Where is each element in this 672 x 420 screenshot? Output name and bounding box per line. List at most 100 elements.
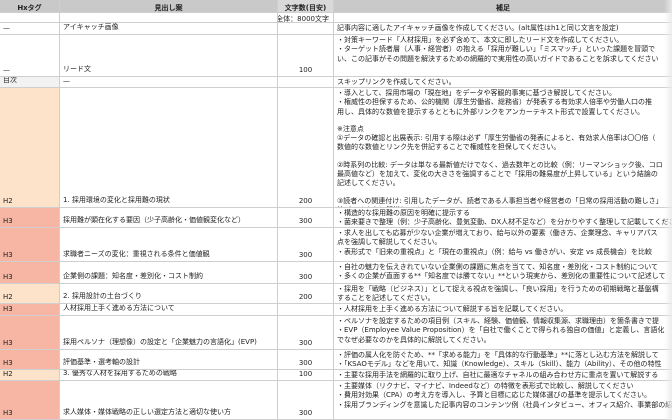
heading-cell[interactable]: 採用難が顕在化する要因（少子高齢化・価値観変化など） bbox=[60, 208, 278, 227]
notes-cell[interactable]: ・自社の魅力を伝えきれていない企業側の課題に焦点を当てて、知名度・差別化・コスト… bbox=[334, 262, 672, 283]
heading-cell[interactable]: 評価基準・選考軸の設計 bbox=[60, 350, 278, 369]
table-row: — リード文 100 ・対策キーワード「人材採用」を必ず含めて、本文に即したリード文を… bbox=[0, 35, 672, 77]
tag-cell[interactable]: — bbox=[0, 35, 60, 76]
tag-text: H3 bbox=[3, 359, 13, 367]
notes-lines: ・ペルソナを設定するための項目例（スキル、経験、価値観、情報収集源、求職理由）を… bbox=[337, 317, 672, 345]
tag-cell[interactable]: H3 bbox=[0, 304, 60, 315]
note-line: い、この記事がその問題を解決するための網羅的で実用性の高いガイドであることを訴求… bbox=[337, 54, 659, 63]
cell[interactable] bbox=[60, 13, 278, 22]
tag-cell[interactable]: H2 bbox=[0, 370, 60, 380]
chars-cell[interactable]: 300 bbox=[278, 208, 334, 227]
chars-text: 200 bbox=[298, 197, 313, 205]
tag-cell[interactable]: H3 bbox=[0, 208, 60, 227]
header-label: 補足 bbox=[496, 4, 510, 12]
heading-cell[interactable]: 3. 優秀な人材を採用するための戦略 bbox=[60, 370, 278, 380]
note-line: ・ターゲット読者層（人事・経営者）の抱える「採用が難しい」「ミスマッチ」といった… bbox=[337, 45, 656, 54]
chars-text: 300 bbox=[298, 409, 313, 417]
tag-text: H3 bbox=[3, 217, 13, 225]
chars-cell[interactable]: 300 bbox=[278, 316, 334, 349]
chars-cell[interactable] bbox=[278, 77, 334, 87]
notes-cell[interactable]: スキップリンクを作成してください。 bbox=[334, 77, 672, 87]
table-row: H3 企業側の課題：知名度・差別化・コスト制約 300 ・自社の魅力を伝えきれていない… bbox=[0, 262, 672, 284]
total-chars: 全体：8000文字 bbox=[278, 15, 329, 22]
chars-cell[interactable]: 300 bbox=[278, 381, 334, 419]
tag-cell[interactable]: H3 bbox=[0, 381, 60, 419]
notes-lines: ・主要媒体（リクナビ、マイナビ、Indeedなど）の特徴を表形式で比較し、解説し… bbox=[337, 382, 672, 410]
notes-cell[interactable]: ・採用を「戦略（ビジネス）」として捉える視点を強調し、「良い採用」を行うための初… bbox=[334, 284, 672, 303]
heading-cell[interactable]: 採用ペルソナ（理想像）の設定と「企業魅力の言語化」(EVP) bbox=[60, 316, 278, 349]
header-cell-tag[interactable]: Hxタグ bbox=[0, 0, 60, 12]
heading-cell[interactable]: — bbox=[60, 77, 278, 87]
tag-text: H2 bbox=[3, 370, 13, 378]
note-line: 数値的な数値とリンク先を併記することで権威性を担保してください。 bbox=[337, 143, 561, 152]
note-line: ・ペルソナを設定するための項目例（スキル、経験、価値観、情報収集源、求職理由）を… bbox=[337, 317, 659, 325]
tag-cell[interactable]: H3 bbox=[0, 262, 60, 283]
heading-text: 求人媒体・媒体戦略の正しい選定方法と適切な使い方 bbox=[63, 408, 231, 416]
heading-cell[interactable]: 1. 採用環境の変化と採用難の現状 bbox=[60, 88, 278, 207]
chars-cell[interactable]: 200 bbox=[278, 284, 334, 303]
table-row: H3 人材採用上手く進める方法について ・人材採用を上手く進める方法について解説する… bbox=[0, 304, 672, 316]
chars-cell[interactable]: 100 bbox=[278, 370, 334, 380]
heading-text: — bbox=[63, 77, 70, 85]
chars-text: 300 bbox=[298, 273, 313, 281]
note-line: ・多くの企業が直面する**「知名度では勝てない」**という現実から、差別化の重要… bbox=[337, 272, 666, 281]
tag-cell[interactable]: H3 bbox=[0, 350, 60, 369]
header-cell-notes[interactable]: 補足 bbox=[334, 0, 672, 12]
note-line: ・主要媒体（リクナビ、マイナビ、Indeedなど）の特徴を表形式で比較し、解説し… bbox=[337, 382, 634, 390]
notes-cell[interactable]: ・主要な採用手法を網羅的に取り上げ、自社に最適なチャネルの組み合わせ方に重点を置… bbox=[334, 370, 672, 380]
tag-text: H3 bbox=[3, 273, 13, 281]
heading-cell[interactable]: 求人媒体・媒体戦略の正しい選定方法と適切な使い方 bbox=[60, 381, 278, 419]
chars-text: 100 bbox=[298, 370, 313, 378]
heading-cell[interactable]: 2. 採用設計の土台づくり bbox=[60, 284, 278, 303]
heading-cell[interactable]: 企業側の課題：知名度・差別化・コスト制約 bbox=[60, 262, 278, 283]
note-line: ・「KSAOモデル」などを用いて、知識（Knowledge）、スキル（Skill… bbox=[337, 360, 662, 369]
tag-cell[interactable]: — bbox=[0, 23, 60, 34]
notes-cell[interactable]: ・評価の属人化を防ぐため、**「求める能力」を「具体的な行動基準」**に落とし込… bbox=[334, 350, 672, 369]
header-cell-chars[interactable]: 文字数(目安) bbox=[278, 0, 334, 12]
tag-text: — bbox=[3, 24, 10, 32]
header-cell-heading[interactable]: 見出し案 bbox=[60, 0, 278, 12]
header-row: Hxタグ 見出し案 文字数(目安) 補足 bbox=[0, 0, 672, 13]
chars-cell[interactable] bbox=[278, 23, 334, 34]
tag-cell[interactable]: H3 bbox=[0, 228, 60, 261]
chars-text: 300 bbox=[298, 251, 313, 259]
chars-cell[interactable]: 200 bbox=[278, 88, 334, 207]
note-line bbox=[337, 153, 672, 161]
chars-cell[interactable]: 300 bbox=[278, 350, 334, 369]
header-label: Hxタグ bbox=[17, 4, 42, 12]
chars-cell[interactable]: 300 bbox=[278, 262, 334, 283]
notes-cell[interactable]: ・人材採用を上手く進める方法について解説する旨を記載してください。 bbox=[334, 304, 672, 315]
heading-cell[interactable]: 人材採用上手く進める方法について bbox=[60, 304, 278, 315]
notes-lines: ・採用を「戦略（ビジネス）」として捉える視点を強調し、「良い採用」を行うための初… bbox=[337, 285, 672, 303]
heading-text: 企業側の課題：知名度・差別化・コスト制約 bbox=[63, 272, 203, 280]
note-line: ・費用対効果（CPA）の考え方を導入し、予算と目標に応じた媒体選びの基準を提示し… bbox=[337, 391, 652, 400]
tag-text: 目次 bbox=[3, 77, 17, 84]
chars-cell[interactable]: 300 bbox=[278, 228, 334, 261]
notes-cell[interactable]: ・求人を出しても応募が少ない企業が増えており、給与以外の要素（働き方、企業理念、… bbox=[334, 228, 672, 261]
notes-cell[interactable]: ・導入として、採用市場の「現在地」をデータや客観的事実に基づき解説してください。… bbox=[334, 88, 672, 207]
notes-cell[interactable]: ・構造的な採用難の原因を明確に提示する ・菌来要きで整理（例：少子高齢化、豊気変動… bbox=[334, 208, 672, 227]
notes-cell[interactable]: ・主要媒体（リクナビ、マイナビ、Indeedなど）の特徴を表形式で比較し、解説し… bbox=[334, 381, 672, 419]
notes-cell[interactable]: ・ペルソナを設定するための項目例（スキル、経験、価値観、情報収集源、求職理由）を… bbox=[334, 316, 672, 349]
notes-lines: ・人材採用を上手く進める方法について解説する旨を記載してください。 bbox=[337, 305, 672, 314]
notes-cell[interactable]: 記事内容に適したアイキャッチ画像を作成してください。(alt属性はh1と同じ文言… bbox=[334, 23, 672, 34]
heading-text: 評価基準・選考軸の設計 bbox=[63, 358, 140, 366]
cell[interactable] bbox=[334, 13, 672, 22]
notes-lines: ・求人を出しても応募が少ない企業が増えており、給与以外の要素（働き方、企業理念、… bbox=[337, 229, 672, 257]
cell[interactable]: 全体：8000文字 bbox=[278, 13, 334, 22]
tag-cell[interactable]: H3 bbox=[0, 316, 60, 349]
tag-cell[interactable]: H2 bbox=[0, 284, 60, 303]
scroll-edge bbox=[664, 0, 672, 420]
chars-cell[interactable]: 100 bbox=[278, 35, 334, 76]
table-row: H2 2. 採用設計の土台づくり 200 ・採用を「戦略（ビジネス）」として捉える視点… bbox=[0, 284, 672, 304]
heading-cell[interactable]: アイキャッチ画像 bbox=[60, 23, 278, 34]
notes-cell[interactable]: ・対策キーワード「人材採用」を必ず含めて、本文に即したリード文を作成してください… bbox=[334, 35, 672, 76]
cell[interactable] bbox=[0, 13, 60, 22]
tag-cell[interactable]: H2 bbox=[0, 88, 60, 207]
table-row: H2 3. 優秀な人材を採用するための戦略 100 ・主要な採用手法を網羅的に取り上げ… bbox=[0, 370, 672, 381]
heading-cell[interactable]: リード文 bbox=[60, 35, 278, 76]
chars-cell[interactable] bbox=[278, 304, 334, 315]
tag-cell[interactable]: 目次 bbox=[0, 77, 60, 87]
notes-lines: 記事内容に適したアイキャッチ画像を作成してください。(alt属性はh1と同じ文言… bbox=[337, 24, 672, 33]
heading-cell[interactable]: 求職者ニーズの変化：重視される条件と価値観 bbox=[60, 228, 278, 261]
